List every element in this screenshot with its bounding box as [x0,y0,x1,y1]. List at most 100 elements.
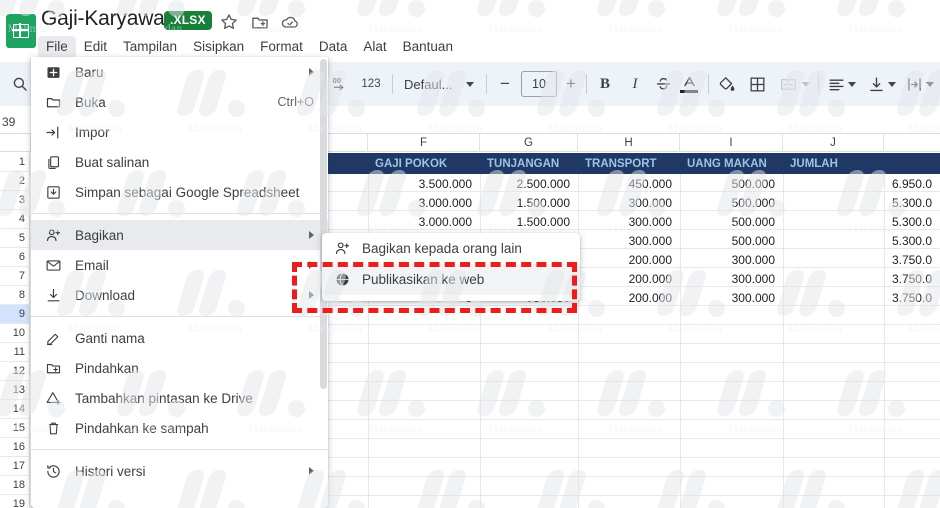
row-header-1[interactable]: 1 [0,153,30,172]
table-cell[interactable]: 3.000.000 [368,193,480,212]
file-menu-dropdown[interactable]: BaruBukaCtrl+OImporBuat salinanSimpan se… [31,57,328,508]
search-icon[interactable] [6,70,34,98]
menu-scrollbar[interactable] [320,59,327,389]
table-cell[interactable]: 3.750.0 [783,269,940,288]
file-menu-item-histori-versi[interactable]: Histori versi [31,456,328,486]
table-cell[interactable]: 300.000 [680,250,783,269]
row-header-8[interactable]: 8 [0,286,30,305]
row-header-18[interactable]: 18 [0,476,30,495]
row-header-12[interactable]: 12 [0,362,30,381]
table-cell[interactable]: 300.000 [680,269,783,288]
row-header-3[interactable]: 3 [0,191,30,210]
file-menu-item-bagikan[interactable]: Bagikan [31,220,328,250]
row-header-11[interactable]: 11 [0,343,30,362]
text-wrap-chevron-down-icon[interactable] [924,70,936,98]
strikethrough-icon[interactable] [650,70,676,98]
table-cell[interactable]: 1.500.000 [480,193,578,212]
row-header-5[interactable]: 5 [0,229,30,248]
table-header-cell[interactable]: GAJI POKOK [368,153,480,174]
file-menu-item-download[interactable]: Download [31,280,328,310]
menu-sisipkan[interactable]: Sisipkan [185,36,252,58]
horizontal-align-chevron-down-icon[interactable] [846,70,858,98]
table-cell[interactable]: 500.000 [680,212,783,231]
vertical-align-chevron-down-icon[interactable] [886,70,898,98]
row-header-14[interactable]: 14 [0,400,30,419]
column-header-G[interactable]: G [480,134,578,152]
table-header-cell[interactable]: TRANSPORT [578,153,680,174]
table-cell[interactable]: 500.000 [680,231,783,250]
table-cell[interactable]: 2.500.000 [480,174,578,193]
number-format-button[interactable]: 123 [358,70,384,98]
table-header-cell[interactable]: JUMLAH [783,153,940,174]
table-header-cell[interactable]: UANG MAKAN [680,153,783,174]
menu-tampilan[interactable]: Tampilan [115,36,185,58]
table-cell[interactable]: 450.000 [578,174,680,193]
name-box[interactable]: 39 [2,110,32,134]
decrease-font-size-button[interactable]: − [496,70,514,98]
file-menu-item-baru[interactable]: Baru [31,57,328,87]
table-cell[interactable]: 300.000 [578,212,680,231]
borders-icon[interactable] [744,70,770,98]
table-cell[interactable]: 300.000 [680,288,783,307]
move-to-folder-icon[interactable] [250,12,272,34]
select-all-corner[interactable] [0,134,31,152]
file-menu-item-email[interactable]: Email [31,250,328,280]
share-submenu-item-publikasikan-ke-web[interactable]: Publikasikan ke web [322,264,580,295]
column-header-I[interactable]: I [680,134,783,152]
file-menu-item-buka[interactable]: BukaCtrl+O [31,87,328,117]
cloud-saved-icon[interactable] [280,12,302,34]
table-cell[interactable]: 5.300.0 [783,212,940,231]
table-cell[interactable]: 3.750.0 [783,288,940,307]
row-header-2[interactable]: 2 [0,172,30,191]
menu-edit[interactable]: Edit [76,36,115,58]
file-menu-item-buat-salinan[interactable]: Buat salinan [31,147,328,177]
table-header-cell[interactable]: TUNJANGAN [480,153,578,174]
row-header-17[interactable]: 17 [0,457,30,476]
table-cell[interactable]: 3.750.0 [783,250,940,269]
row-header-15[interactable]: 15 [0,419,30,438]
table-cell[interactable]: 5.300.0 [783,231,940,250]
column-header-J[interactable]: J [783,134,884,152]
menu-bar[interactable]: FileEditTampilanSisipkanFormatDataAlatBa… [38,36,461,58]
table-cell[interactable]: 5.300.0 [783,193,940,212]
file-menu-item-tambahkan-pintasan-ke-drive[interactable]: Tambahkan pintasan ke Drive [31,383,328,413]
share-submenu[interactable]: Bagikan kepada orang lainPublikasikan ke… [322,233,580,301]
table-cell[interactable]: 300.000 [578,231,680,250]
table-cell[interactable]: 6.950.0 [783,174,940,193]
menu-alat[interactable]: Alat [355,36,394,58]
row-header-9[interactable]: 9 [0,305,30,324]
file-menu-item-pindahkan[interactable]: Pindahkan [31,353,328,383]
font-family-chevron-down-icon[interactable] [464,70,476,98]
table-cell[interactable]: 3.500.000 [368,174,480,193]
column-header-F[interactable]: F [368,134,480,152]
table-cell[interactable]: 200.000 [578,269,680,288]
menu-format[interactable]: Format [252,36,311,58]
vertical-align-icon[interactable] [864,70,888,98]
table-cell[interactable]: 500.000 [680,193,783,212]
column-header-H[interactable]: H [578,134,680,152]
italic-button[interactable]: I [622,70,648,98]
row-header-6[interactable]: 6 [0,248,30,267]
increase-font-size-button[interactable]: + [562,70,580,98]
row-header-16[interactable]: 16 [0,438,30,457]
row-header-10[interactable]: 10 [0,324,30,343]
table-cell[interactable]: 1.500.000 [480,212,578,231]
fill-color-icon[interactable] [713,70,739,98]
row-header-7[interactable]: 7 [0,267,30,286]
table-cell[interactable]: 200.000 [578,250,680,269]
share-submenu-item-bagikan-kepada-orang-lain[interactable]: Bagikan kepada orang lain [322,233,580,264]
horizontal-align-icon[interactable] [824,70,848,98]
decrease-decimal-icon[interactable]: 00 [328,70,354,98]
document-title[interactable]: Gaji-Karyawan [41,7,176,31]
font-family-select[interactable]: Defaul... [404,70,462,98]
font-size-input[interactable]: 10 [521,71,557,97]
table-cell[interactable]: 3.000.000 [368,212,480,231]
text-wrap-icon[interactable] [902,70,926,98]
row-header-13[interactable]: 13 [0,381,30,400]
text-color-button[interactable] [676,70,702,98]
file-menu-item-impor[interactable]: Impor [31,117,328,147]
menu-file[interactable]: File [38,36,76,58]
file-menu-item-simpan-sebagai-google-spreadsheet[interactable]: Simpan sebagai Google Spreadsheet [31,177,328,207]
file-menu-item-pindahkan-ke-sampah[interactable]: Pindahkan ke sampah [31,413,328,443]
file-menu-item-ganti-nama[interactable]: Ganti nama [31,323,328,353]
